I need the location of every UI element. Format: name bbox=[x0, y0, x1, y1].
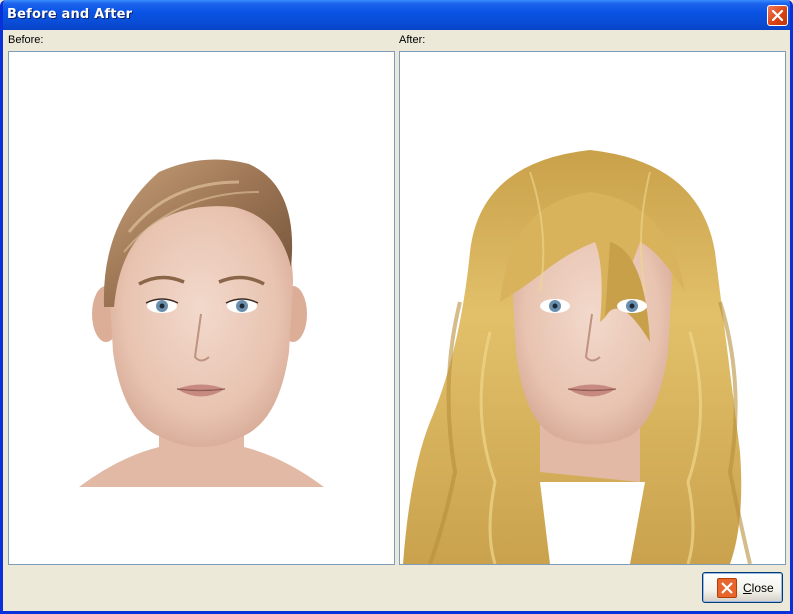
close-button[interactable]: Close bbox=[702, 572, 783, 603]
before-image-panel bbox=[8, 51, 395, 565]
window-close-button[interactable] bbox=[767, 5, 788, 26]
title-bar[interactable]: Before and After bbox=[3, 0, 790, 30]
after-image-panel bbox=[399, 51, 786, 565]
before-label: Before: bbox=[8, 34, 44, 46]
close-button-label: Close bbox=[743, 581, 774, 595]
close-button-mnemonic: C bbox=[743, 581, 752, 595]
before-face-image bbox=[79, 159, 324, 487]
after-face-image bbox=[403, 150, 752, 564]
window-title: Before and After bbox=[7, 7, 133, 22]
after-label: After: bbox=[399, 34, 426, 46]
close-icon bbox=[772, 10, 783, 21]
close-button-label-rest: lose bbox=[751, 581, 774, 595]
close-icon bbox=[717, 578, 737, 598]
